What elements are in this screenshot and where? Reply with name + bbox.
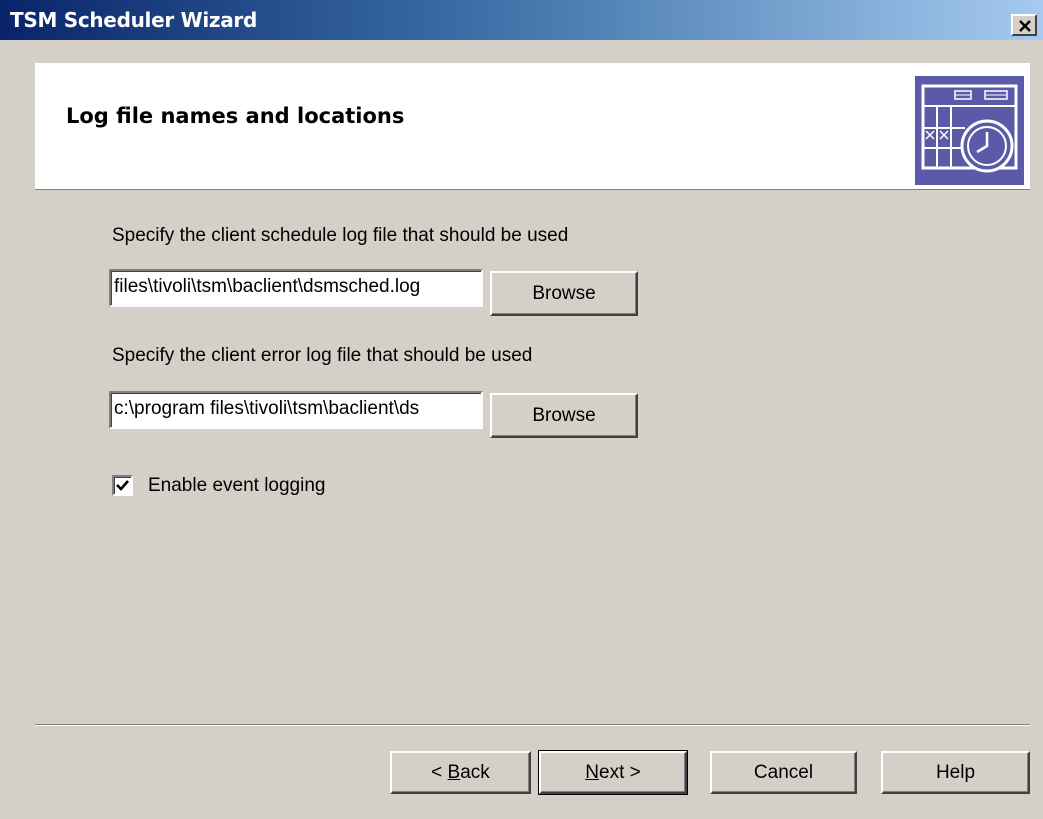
event-logging-label[interactable]: Enable event logging — [148, 475, 325, 497]
event-logging-checkbox[interactable] — [112, 475, 133, 496]
error-log-browse-button[interactable]: Browse — [490, 393, 638, 438]
close-icon — [1019, 20, 1031, 32]
back-prefix: < — [431, 762, 448, 783]
calendar-clock-icon — [915, 76, 1024, 185]
cancel-button[interactable]: Cancel — [710, 751, 857, 794]
back-button[interactable]: < Back — [390, 751, 531, 794]
schedule-log-input[interactable]: files\tivoli\tsm\baclient\dsmsched.log — [109, 269, 483, 307]
window-title: TSM Scheduler Wizard — [10, 8, 258, 32]
error-log-input[interactable]: c:\program files\tivoli\tsm\baclient\ds — [109, 391, 483, 429]
help-button[interactable]: Help — [881, 751, 1030, 794]
schedule-log-label: Specify the client schedule log file tha… — [112, 225, 569, 246]
next-button[interactable]: Next > — [538, 750, 688, 795]
wizard-window: TSM Scheduler Wizard Log file names and … — [0, 0, 1043, 819]
schedule-log-browse-button[interactable]: Browse — [490, 271, 638, 316]
footer-separator — [35, 724, 1030, 726]
close-button[interactable] — [1011, 14, 1037, 36]
title-bar[interactable]: TSM Scheduler Wizard — [0, 0, 1043, 40]
next-mnemonic: N — [585, 762, 599, 783]
checkmark-icon — [116, 480, 129, 491]
wizard-header: Log file names and locations — [35, 63, 1030, 190]
back-rest: ack — [460, 762, 490, 783]
back-mnemonic: B — [447, 762, 461, 783]
error-log-label: Specify the client error log file that s… — [112, 345, 533, 366]
next-rest: ext > — [599, 762, 641, 783]
page-title: Log file names and locations — [66, 104, 405, 128]
